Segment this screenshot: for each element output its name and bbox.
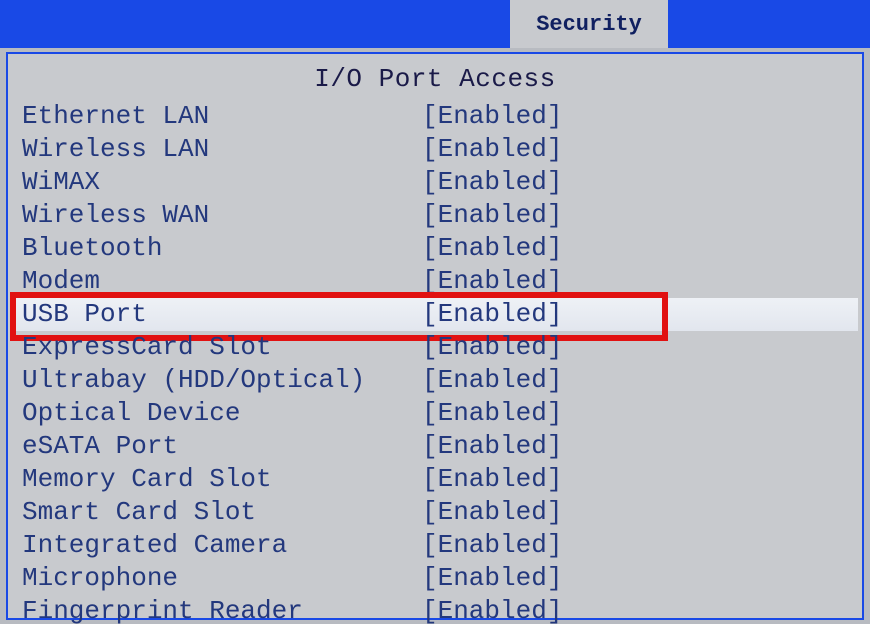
setting-row[interactable]: eSATA Port[Enabled] — [12, 430, 858, 463]
menu-bar: Security — [0, 0, 870, 48]
setting-value[interactable]: [Enabled] — [422, 199, 848, 232]
setting-row[interactable]: Smart Card Slot[Enabled] — [12, 496, 858, 529]
settings-panel: I/O Port Access Ethernet LAN[Enabled]Wir… — [6, 52, 864, 620]
setting-label: Bluetooth — [22, 232, 422, 265]
setting-label: USB Port — [22, 298, 422, 331]
setting-row[interactable]: ExpressCard Slot[Enabled] — [12, 331, 858, 364]
setting-row[interactable]: WiMAX[Enabled] — [12, 166, 858, 199]
setting-value[interactable]: [Enabled] — [422, 430, 848, 463]
setting-label: Modem — [22, 265, 422, 298]
setting-row[interactable]: Bluetooth[Enabled] — [12, 232, 858, 265]
setting-label: Microphone — [22, 562, 422, 595]
setting-row[interactable]: Modem[Enabled] — [12, 265, 858, 298]
setting-label: Fingerprint Reader — [22, 595, 422, 624]
tab-security-label: Security — [536, 12, 642, 37]
setting-label: WiMAX — [22, 166, 422, 199]
setting-row[interactable]: Optical Device[Enabled] — [12, 397, 858, 430]
setting-value[interactable]: [Enabled] — [422, 496, 848, 529]
setting-row[interactable]: Microphone[Enabled] — [12, 562, 858, 595]
menu-bar-spacer — [0, 0, 510, 48]
setting-value[interactable]: [Enabled] — [422, 595, 848, 624]
setting-value[interactable]: [Enabled] — [422, 265, 848, 298]
setting-label: Optical Device — [22, 397, 422, 430]
setting-label: Integrated Camera — [22, 529, 422, 562]
setting-value[interactable]: [Enabled] — [422, 100, 848, 133]
tab-security[interactable]: Security — [510, 0, 668, 48]
setting-row[interactable]: Memory Card Slot[Enabled] — [12, 463, 858, 496]
setting-value[interactable]: [Enabled] — [422, 133, 848, 166]
setting-label: Memory Card Slot — [22, 463, 422, 496]
setting-value[interactable]: [Enabled] — [422, 331, 848, 364]
setting-value[interactable]: [Enabled] — [422, 463, 848, 496]
setting-row[interactable]: Wireless LAN[Enabled] — [12, 133, 858, 166]
setting-value[interactable]: [Enabled] — [422, 232, 848, 265]
setting-label: Wireless LAN — [22, 133, 422, 166]
setting-label: Ultrabay (HDD/Optical) — [22, 364, 422, 397]
setting-row[interactable]: Fingerprint Reader[Enabled] — [12, 595, 858, 624]
page-title: I/O Port Access — [8, 54, 862, 100]
setting-label: Wireless WAN — [22, 199, 422, 232]
setting-label: ExpressCard Slot — [22, 331, 422, 364]
setting-label: eSATA Port — [22, 430, 422, 463]
setting-label: Smart Card Slot — [22, 496, 422, 529]
setting-row[interactable]: Integrated Camera[Enabled] — [12, 529, 858, 562]
setting-row[interactable]: Ultrabay (HDD/Optical)[Enabled] — [12, 364, 858, 397]
setting-value[interactable]: [Enabled] — [422, 166, 848, 199]
setting-value[interactable]: [Enabled] — [422, 562, 848, 595]
setting-value[interactable]: [Enabled] — [422, 364, 848, 397]
setting-value[interactable]: [Enabled] — [422, 529, 848, 562]
setting-row[interactable]: Ethernet LAN[Enabled] — [12, 100, 858, 133]
setting-value[interactable]: [Enabled] — [422, 298, 848, 331]
setting-value[interactable]: [Enabled] — [422, 397, 848, 430]
setting-row[interactable]: Wireless WAN[Enabled] — [12, 199, 858, 232]
setting-row[interactable]: USB Port[Enabled] — [12, 298, 858, 331]
setting-label: Ethernet LAN — [22, 100, 422, 133]
settings-list: Ethernet LAN[Enabled]Wireless LAN[Enable… — [8, 100, 862, 624]
